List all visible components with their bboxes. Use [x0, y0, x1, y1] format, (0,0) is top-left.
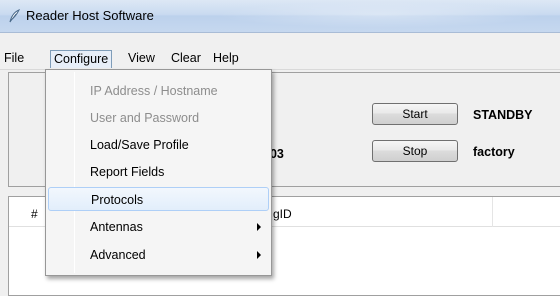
reader-status: STANDBY	[473, 108, 533, 122]
menu-item-ip-address: IP Address / Hostname	[48, 79, 269, 103]
start-button[interactable]: Start	[372, 103, 458, 125]
menu-item-label: IP Address / Hostname	[90, 84, 218, 98]
menu-item-label: Report Fields	[90, 165, 165, 179]
configure-menu: IP Address / Hostname User and Password …	[45, 69, 272, 276]
menu-item-label: Advanced	[90, 248, 146, 262]
menu-file[interactable]: File	[1, 50, 27, 68]
title-gap	[0, 33, 560, 48]
menu-bar: File Configure View Clear Help	[0, 48, 560, 70]
menu-configure[interactable]: Configure	[50, 50, 113, 68]
menu-view[interactable]: View	[125, 50, 158, 68]
profile-name: factory	[473, 145, 515, 159]
menu-item-label: Antennas	[90, 220, 143, 234]
menu-item-antennas[interactable]: Antennas	[48, 215, 269, 239]
menu-item-advanced[interactable]: Advanced	[48, 243, 269, 267]
column-divider[interactable]	[492, 197, 493, 227]
column-header-tagid[interactable]: gID	[273, 207, 292, 221]
menu-item-label: User and Password	[90, 111, 200, 125]
menu-item-user-password: User and Password	[48, 106, 269, 130]
menu-item-label: Load/Save Profile	[90, 138, 189, 152]
menu-item-label: Protocols	[91, 193, 144, 207]
feather-icon	[9, 9, 21, 23]
menu-item-protocols[interactable]: Protocols	[48, 187, 269, 211]
title-glow	[215, 2, 545, 28]
stop-button[interactable]: Stop	[372, 140, 458, 162]
window-title: Reader Host Software	[26, 8, 154, 23]
title-bar: Reader Host Software	[0, 0, 560, 33]
menu-item-report-fields[interactable]: Report Fields	[48, 160, 269, 184]
menu-item-load-save-profile[interactable]: Load/Save Profile	[48, 133, 269, 157]
menu-help[interactable]: Help	[210, 50, 242, 68]
submenu-arrow-icon	[257, 223, 261, 231]
column-header-index[interactable]: #	[31, 207, 38, 221]
submenu-arrow-icon	[257, 251, 261, 259]
menu-clear[interactable]: Clear	[168, 50, 204, 68]
